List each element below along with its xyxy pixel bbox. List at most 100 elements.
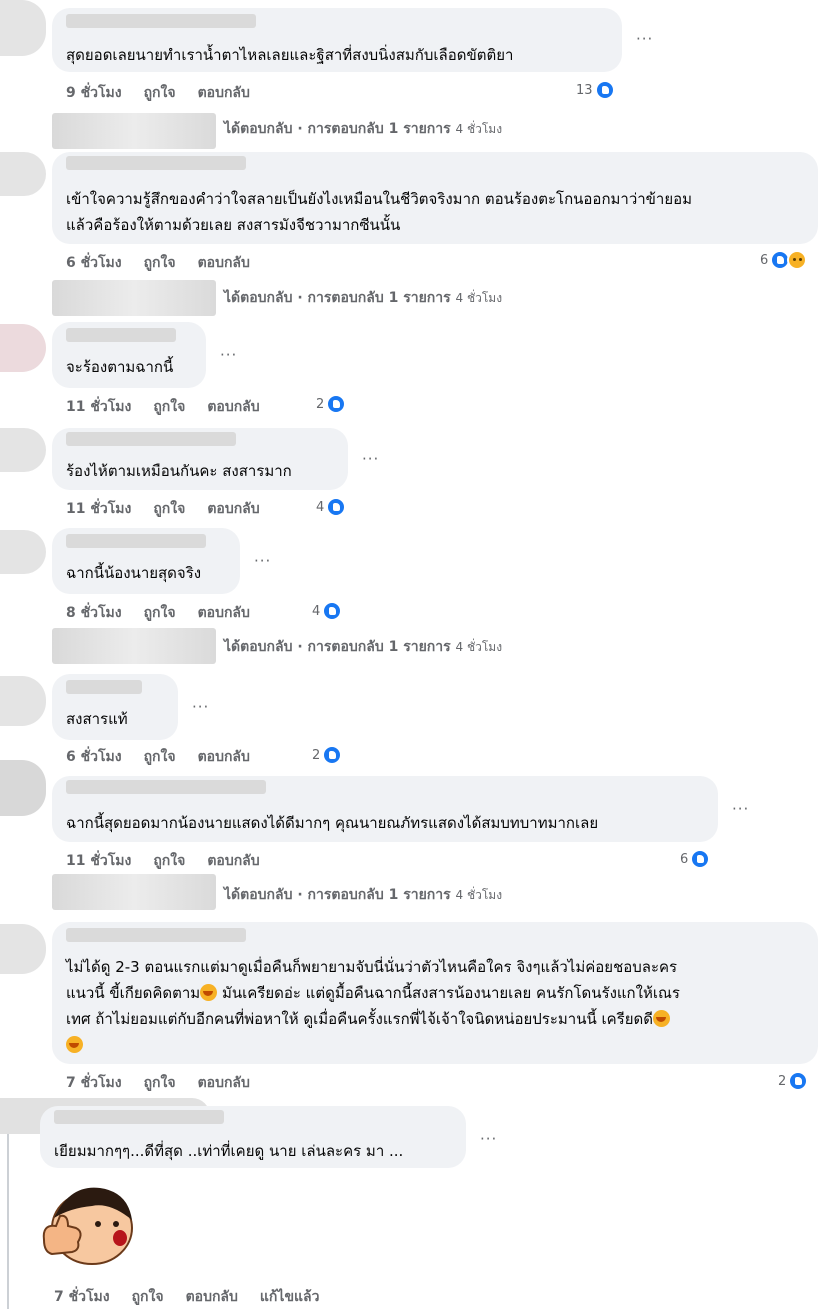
commenter-name-blurred[interactable] (66, 432, 236, 446)
comment-text-line2: แนวนี้ ขี้เกียดคิดตาม มันเครียดอ่ะ แต่ดู… (66, 982, 804, 1004)
avatar[interactable] (0, 924, 46, 974)
reply-button[interactable]: ตอบกลับ (186, 1289, 238, 1305)
commenter-name-blurred[interactable] (66, 14, 256, 28)
like-button[interactable]: ถูกใจ (153, 853, 185, 869)
reply-button[interactable]: ตอบกลับ (207, 853, 259, 869)
comment-actions: 8 ชั่วโมง ถูกใจ ตอบกลับ (66, 602, 272, 624)
more-options-icon[interactable]: ··· (636, 30, 653, 48)
like-button[interactable]: ถูกใจ (153, 399, 185, 415)
reaction-number: 4 (316, 499, 325, 515)
comment-time[interactable]: 6 ชั่วโมง (66, 749, 122, 765)
commenter-name-blurred[interactable] (66, 156, 246, 170)
comment-actions: 11 ชั่วโมง ถูกใจ ตอบกลับ (66, 498, 282, 520)
comment-actions: 9 ชั่วโมง ถูกใจ ตอบกลับ (66, 82, 272, 104)
like-button[interactable]: ถูกใจ (144, 1075, 176, 1091)
comment-bubble: ไม่ได้ดู 2-3 ตอนแรกแต่มาดูเมื่อคืนก็พยาย… (52, 922, 818, 1064)
comment-text-part: เทศ ถ้าไม่ยอมแต่กับอีกคนที่พ่อหาให้ ดูเม… (66, 1010, 653, 1028)
comment-text-part: มันเครียดอ่ะ แต่ดูมื้อคืนฉากนี้สงสารน้อง… (217, 984, 680, 1002)
like-button[interactable]: ถูกใจ (144, 255, 176, 271)
more-options-icon[interactable]: ··· (254, 552, 271, 570)
avatar[interactable] (0, 676, 46, 726)
replies-time: 4 ชั่วโมง (455, 122, 503, 136)
more-options-icon[interactable]: ··· (732, 800, 749, 818)
like-reaction-icon (594, 80, 615, 100)
avatar[interactable] (0, 0, 46, 56)
comment-text: สงสารแท้ (66, 710, 128, 728)
comment-bubble: จะร้องตามฉากนี้ (52, 322, 206, 388)
like-button[interactable]: ถูกใจ (153, 501, 185, 517)
reply-button[interactable]: ตอบกลับ (207, 399, 259, 415)
commenter-name-blurred[interactable] (66, 928, 246, 942)
comment-actions: 7 ชั่วโมง ถูกใจ ตอบกลับ แก้ไขแล้ว (54, 1286, 341, 1308)
replies-time: 4 ชั่วโมง (455, 640, 503, 654)
comment-text-line3: เทศ ถ้าไม่ยอมแต่กับอีกคนที่พ่อหาให้ ดูเม… (66, 1008, 804, 1030)
reaction-count[interactable]: 4 (316, 497, 347, 517)
avatar[interactable] (0, 152, 46, 196)
view-replies-link[interactable]: ได้ตอบกลับ · การตอบกลับ 1 รายการ 4 ชั่วโ… (224, 118, 502, 140)
avatar[interactable] (0, 324, 46, 372)
commenter-name-blurred[interactable] (66, 680, 142, 694)
comment-text: ร้องไห้ตามเหมือนกันคะ สงสารมาก (66, 462, 292, 480)
reaction-count[interactable]: 2 (316, 394, 347, 414)
more-options-icon[interactable]: ··· (220, 346, 237, 364)
reaction-count[interactable]: 2 (312, 745, 343, 765)
reply-button[interactable]: ตอบกลับ (198, 85, 250, 101)
commenter-name-blurred[interactable] (66, 780, 266, 794)
grinning-emoji-icon (200, 984, 218, 1001)
reaction-count[interactable]: 4 (312, 601, 343, 621)
commenter-name-blurred[interactable] (66, 328, 176, 342)
comment-text: ฉากนี้สุดยอดมากน้องนายแสดงได้ดีมากๆ คุณน… (66, 814, 599, 832)
comment-time[interactable]: 6 ชั่วโมง (66, 255, 122, 271)
more-options-icon[interactable]: ··· (362, 450, 379, 468)
replies-label: ได้ตอบกลับ · การตอบกลับ 1 รายการ (224, 121, 451, 137)
reaction-count[interactable]: 6 (680, 849, 711, 869)
like-reaction-icon (326, 497, 347, 517)
comment-time[interactable]: 8 ชั่วโมง (66, 605, 122, 621)
replier-avatar-blurred (52, 874, 216, 910)
sad-reaction-icon (787, 250, 808, 270)
view-replies-link[interactable]: ได้ตอบกลับ · การตอบกลับ 1 รายการ 4 ชั่วโ… (224, 636, 502, 658)
avatar[interactable] (0, 760, 46, 816)
avatar[interactable] (0, 530, 46, 574)
reply-button[interactable]: ตอบกลับ (198, 749, 250, 765)
reaction-count[interactable]: 2 (778, 1071, 809, 1091)
replier-avatar-blurred (52, 628, 216, 664)
comment-time[interactable]: 7 ชั่วโมง (66, 1075, 122, 1091)
like-reaction-icon (326, 394, 347, 414)
replies-label: ได้ตอบกลับ · การตอบกลับ 1 รายการ (224, 290, 451, 306)
comment-time[interactable]: 7 ชั่วโมง (54, 1289, 110, 1305)
commenter-name-blurred[interactable] (66, 534, 206, 548)
more-options-icon[interactable]: ··· (192, 698, 209, 716)
reaction-number: 2 (312, 747, 321, 763)
reaction-count[interactable]: 13 (576, 80, 615, 100)
comment-text-line4 (66, 1034, 804, 1056)
edited-label: แก้ไขแล้ว (259, 1289, 320, 1305)
reaction-count[interactable]: 6 (760, 250, 808, 270)
reaction-number: 2 (316, 396, 325, 412)
comment-time[interactable]: 9 ชั่วโมง (66, 85, 122, 101)
comment-actions: 11 ชั่วโมง ถูกใจ ตอบกลับ (66, 850, 282, 872)
reply-button[interactable]: ตอบกลับ (207, 501, 259, 517)
comment-actions: 6 ชั่วโมง ถูกใจ ตอบกลับ (66, 252, 272, 274)
reply-button[interactable]: ตอบกลับ (198, 1075, 250, 1091)
avatar[interactable] (0, 428, 46, 472)
commenter-name-blurred[interactable] (54, 1110, 224, 1124)
view-replies-link[interactable]: ได้ตอบกลับ · การตอบกลับ 1 รายการ 4 ชั่วโ… (224, 287, 502, 309)
reply-button[interactable]: ตอบกลับ (198, 255, 250, 271)
comment-bubble: สุดยอดเลยนายทำเราน้ำตาไหลเลยและฐิสาที่สง… (52, 8, 622, 72)
like-button[interactable]: ถูกใจ (144, 749, 176, 765)
comment-text: สุดยอดเลยนายทำเราน้ำตาไหลเลยและฐิสาที่สง… (66, 46, 514, 64)
comment-text-line2: แล้วคือร้องให้ตามด้วยเลย สงสารมังจีชวามา… (66, 216, 401, 234)
comment-time[interactable]: 11 ชั่วโมง (66, 853, 131, 869)
like-button[interactable]: ถูกใจ (144, 85, 176, 101)
more-options-icon[interactable]: ··· (480, 1130, 497, 1148)
reaction-number: 2 (778, 1073, 787, 1089)
comment-time[interactable]: 11 ชั่วโมง (66, 399, 131, 415)
view-replies-link[interactable]: ได้ตอบกลับ · การตอบกลับ 1 รายการ 4 ชั่วโ… (224, 884, 502, 906)
reply-button[interactable]: ตอบกลับ (198, 605, 250, 621)
like-button[interactable]: ถูกใจ (132, 1289, 164, 1305)
like-button[interactable]: ถูกใจ (144, 605, 176, 621)
comment-bubble: ฉากนี้น้องนายสุดจริง (52, 528, 240, 594)
comment-time[interactable]: 11 ชั่วโมง (66, 501, 131, 517)
comment-bubble: ร้องไห้ตามเหมือนกันคะ สงสารมาก (52, 428, 348, 490)
